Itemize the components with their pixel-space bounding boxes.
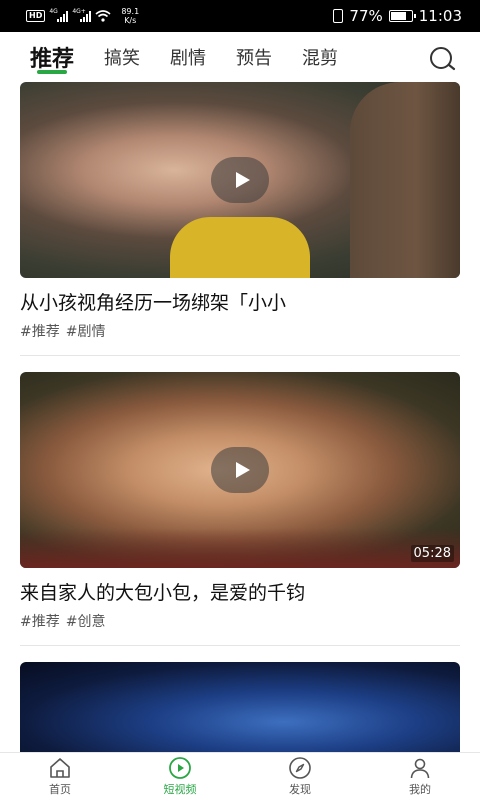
- tag[interactable]: #创意: [66, 611, 106, 631]
- video-duration: 15:05: [410, 255, 454, 272]
- signal-icon-sim1: 4G: [49, 8, 69, 22]
- home-icon: [50, 758, 70, 778]
- video-tags: #推荐 #剧情: [20, 321, 460, 341]
- wifi-icon: [95, 10, 111, 22]
- compass-icon: [289, 757, 311, 779]
- video-thumbnail[interactable]: 05:28: [20, 372, 460, 568]
- play-circle-icon: [169, 757, 191, 779]
- video-feed: 15:05 从小孩视角经历一场绑架「小小 #推荐 #剧情 05:28 来自家人的…: [0, 82, 480, 752]
- nav-discover[interactable]: 发现: [240, 753, 360, 800]
- play-icon: [235, 172, 250, 188]
- video-card[interactable]: 15:05 从小孩视角经历一场绑架「小小 #推荐 #剧情: [0, 82, 480, 341]
- video-title[interactable]: 来自家人的大包小包，是爱的千钧: [20, 580, 460, 606]
- status-bar: HD 4G 4G+ 89.1 K/s 77% 11:03: [0, 0, 480, 32]
- nav-home[interactable]: 首页: [0, 753, 120, 800]
- bottom-nav: 首页 短视频 发现 我的: [0, 752, 480, 800]
- clock: 11:03: [418, 7, 462, 25]
- tab-trailer[interactable]: 预告: [236, 32, 272, 82]
- divider: [20, 645, 460, 646]
- tab-recommend[interactable]: 推荐: [30, 32, 74, 82]
- video-duration: 05:28: [410, 545, 454, 562]
- tab-drama[interactable]: 剧情: [170, 32, 206, 82]
- play-button[interactable]: [211, 447, 269, 493]
- battery-icon: [388, 10, 416, 22]
- video-card[interactable]: 05:28 来自家人的大包小包，是爱的千钧 #推荐 #创意: [0, 372, 480, 631]
- tab-funny[interactable]: 搞笑: [104, 32, 140, 82]
- active-tab-indicator: [37, 70, 67, 74]
- tab-remix[interactable]: 混剪: [302, 32, 338, 82]
- tag[interactable]: #推荐: [20, 611, 60, 631]
- network-speed: 89.1 K/s: [121, 7, 140, 25]
- tag[interactable]: #推荐: [20, 321, 60, 341]
- play-icon: [235, 462, 250, 478]
- video-thumbnail[interactable]: 15:05: [20, 82, 460, 278]
- signal-icon-sim2: 4G+: [72, 8, 92, 22]
- video-thumbnail[interactable]: [20, 662, 460, 752]
- nav-profile[interactable]: 我的: [360, 753, 480, 800]
- tag[interactable]: #剧情: [66, 321, 106, 341]
- video-title[interactable]: 从小孩视角经历一场绑架「小小: [20, 290, 460, 316]
- video-tags: #推荐 #创意: [20, 611, 460, 631]
- play-button[interactable]: [211, 157, 269, 203]
- nav-short-video[interactable]: 短视频: [120, 753, 240, 800]
- category-tabs: 推荐 搞笑 剧情 预告 混剪: [0, 32, 480, 82]
- user-icon: [410, 758, 430, 779]
- divider: [20, 355, 460, 356]
- search-icon[interactable]: [428, 45, 456, 73]
- video-card[interactable]: [0, 662, 480, 752]
- vibrate-icon: [333, 9, 344, 23]
- battery-percent: 77%: [349, 7, 383, 25]
- hd-badge: HD: [26, 10, 46, 22]
